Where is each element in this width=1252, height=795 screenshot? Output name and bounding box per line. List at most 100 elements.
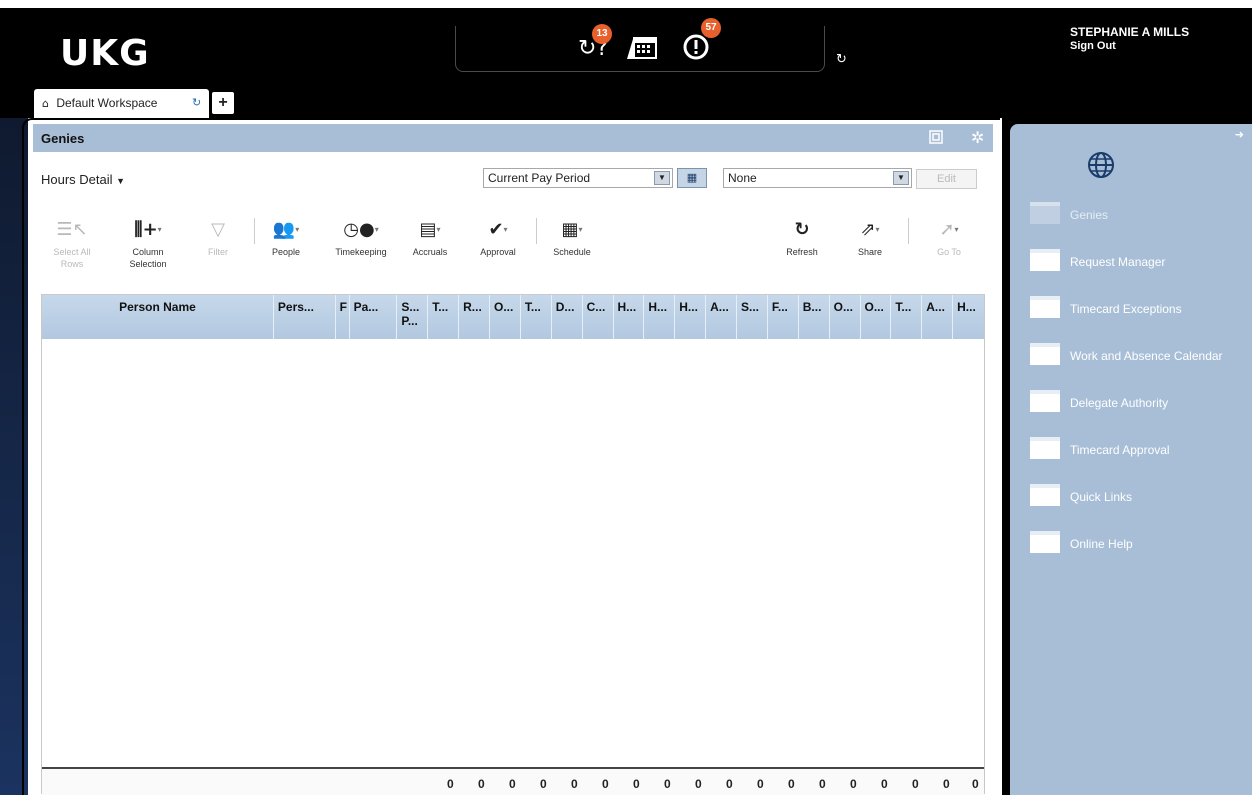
timekeeping-label: Timekeeping (335, 247, 387, 257)
genies-panel-header: Genies ✲ (33, 124, 993, 152)
column-header[interactable]: T... (521, 295, 552, 339)
chevron-down-icon: ▼ (893, 171, 909, 185)
schedule-button[interactable]: ▦▾ Schedule (546, 220, 598, 258)
approval-label: Approval (480, 247, 516, 257)
column-selection-label-1: Column (132, 247, 164, 257)
total-cell: 0 (819, 777, 826, 791)
maximize-icon[interactable] (929, 130, 943, 148)
alerts-badge: 57 (701, 18, 721, 38)
chevron-down-icon: ▼ (654, 171, 670, 185)
total-cell: 0 (972, 777, 979, 791)
column-header[interactable]: O... (861, 295, 892, 339)
column-header[interactable]: Pers... (274, 295, 336, 339)
column-header[interactable]: H... (614, 295, 645, 339)
add-tab-button[interactable]: + (212, 92, 234, 114)
refresh-icon: ↻ (794, 219, 810, 240)
column-header[interactable]: F (336, 295, 350, 339)
column-header[interactable]: S... P... (397, 295, 429, 339)
toolbar-divider (908, 218, 909, 244)
column-header[interactable]: C... (583, 295, 614, 339)
column-header[interactable]: T... (428, 295, 460, 339)
grid-header: Person Name Pers... F Pa... S... P... T.… (42, 295, 984, 339)
timecard-exceptions-tile-icon (1030, 296, 1060, 318)
column-header[interactable]: A... (706, 295, 737, 339)
total-cell: 0 (447, 777, 454, 791)
checkmark-icon: ✔▾ (488, 219, 508, 240)
column-header[interactable]: Person Name (42, 295, 274, 339)
genie-select-label: Hours Detail (41, 172, 113, 187)
chevron-down-icon: ▼ (116, 176, 126, 186)
collapse-arrow-icon[interactable]: ➜ (1235, 128, 1244, 141)
share-button[interactable]: ⇗▾ Share (848, 220, 892, 258)
total-cell: 0 (943, 777, 950, 791)
timekeeping-button[interactable]: ◷●▾ Timekeeping (326, 220, 396, 258)
request-manager-tile-icon (1030, 249, 1060, 271)
alert-icon[interactable] (683, 33, 711, 67)
total-cell: 0 (478, 777, 485, 791)
column-header[interactable]: O... (830, 295, 861, 339)
column-header[interactable]: D... (552, 295, 583, 339)
edit-button[interactable]: Edit (916, 169, 977, 189)
column-header[interactable]: T... (891, 295, 923, 339)
column-header[interactable]: H... (644, 295, 676, 339)
requests-badge: 13 (592, 24, 612, 44)
share-icon: ⇗▾ (860, 219, 880, 240)
total-cell: 0 (664, 777, 671, 791)
hours-detail-grid[interactable]: Person Name Pers... F Pa... S... P... T.… (41, 294, 985, 795)
refresh-icon[interactable]: ↻ (836, 52, 847, 67)
timeframe-select[interactable]: Current Pay Period ▼ (483, 168, 673, 188)
calendar-picker-button[interactable]: ▦ (677, 168, 707, 188)
filter-label: Filter (208, 247, 228, 257)
column-header[interactable]: R... (459, 295, 490, 339)
column-header[interactable]: B... (799, 295, 830, 339)
user-name: STEPHANIE A MILLS (1070, 25, 1190, 39)
column-header[interactable]: S... (737, 295, 768, 339)
column-selection-label-2: Selection (129, 259, 167, 269)
tab-refresh-icon[interactable]: ↻ (192, 96, 201, 109)
goto-button[interactable]: ➚▾ Go To (924, 220, 974, 258)
hyperfind-select[interactable]: None ▼ (723, 168, 912, 188)
home-icon: ⌂ (42, 97, 49, 110)
calendar-grid-icon: ▦ (686, 171, 698, 184)
column-header[interactable]: A... (922, 295, 954, 339)
genie-select[interactable]: Hours Detail ▼ (41, 172, 125, 187)
ukg-logo[interactable]: UKG (60, 33, 150, 74)
column-header[interactable]: F... (768, 295, 799, 339)
select-all-rows-button[interactable]: ☰↖ Select All Rows (50, 220, 94, 270)
approval-button[interactable]: ✔▾ Approval (474, 220, 522, 258)
people-button[interactable]: 👥▾ People (266, 220, 306, 258)
grid-totals-row: 0 0 0 0 0 0 0 0 0 0 0 0 0 0 0 0 0 0 (42, 767, 984, 795)
accruals-button[interactable]: ▤▾ Accruals (406, 220, 454, 258)
related-items-panel: ➜ (1010, 124, 1252, 795)
column-header[interactable]: H... (675, 295, 707, 339)
column-header[interactable]: O... (490, 295, 521, 339)
sidebar-item-label: Timecard Exceptions (1070, 302, 1182, 316)
total-cell: 0 (912, 777, 919, 791)
sidebar-item-label: Genies (1070, 208, 1109, 222)
gear-icon[interactable]: ✲ (971, 128, 984, 147)
refresh-button[interactable]: ↻ Refresh (780, 220, 824, 258)
sign-out-link[interactable]: Sign Out (1070, 40, 1116, 52)
globe-icon[interactable] (1086, 150, 1116, 180)
total-cell: 0 (788, 777, 795, 791)
schedule-label: Schedule (553, 247, 591, 257)
select-all-label-1: Select All (53, 247, 91, 257)
total-cell: 0 (602, 777, 609, 791)
column-selection-button[interactable]: ⫼+▾ Column Selection (120, 220, 176, 270)
tab-default-workspace[interactable]: ⌂ Default Workspace ↻ (34, 89, 209, 119)
column-header[interactable]: H... (953, 295, 984, 339)
people-icon: 👥▾ (272, 219, 300, 240)
refresh-label: Refresh (786, 247, 818, 257)
calendar-icon[interactable] (625, 33, 659, 67)
sidebar-item-label: Quick Links (1070, 490, 1133, 504)
filter-button[interactable]: ▽ Filter (198, 220, 238, 258)
accruals-icon: ▤▾ (419, 219, 441, 240)
goto-icon: ➚▾ (939, 219, 959, 240)
sidebar-item-label: Work and Absence Calendar (1070, 349, 1223, 363)
panel-title: Genies (41, 131, 85, 146)
total-cell: 0 (757, 777, 764, 791)
accruals-label: Accruals (412, 247, 448, 257)
column-header[interactable]: Pa... (350, 295, 398, 339)
online-help-tile-icon (1030, 531, 1060, 553)
select-all-label-2: Rows (60, 259, 84, 269)
